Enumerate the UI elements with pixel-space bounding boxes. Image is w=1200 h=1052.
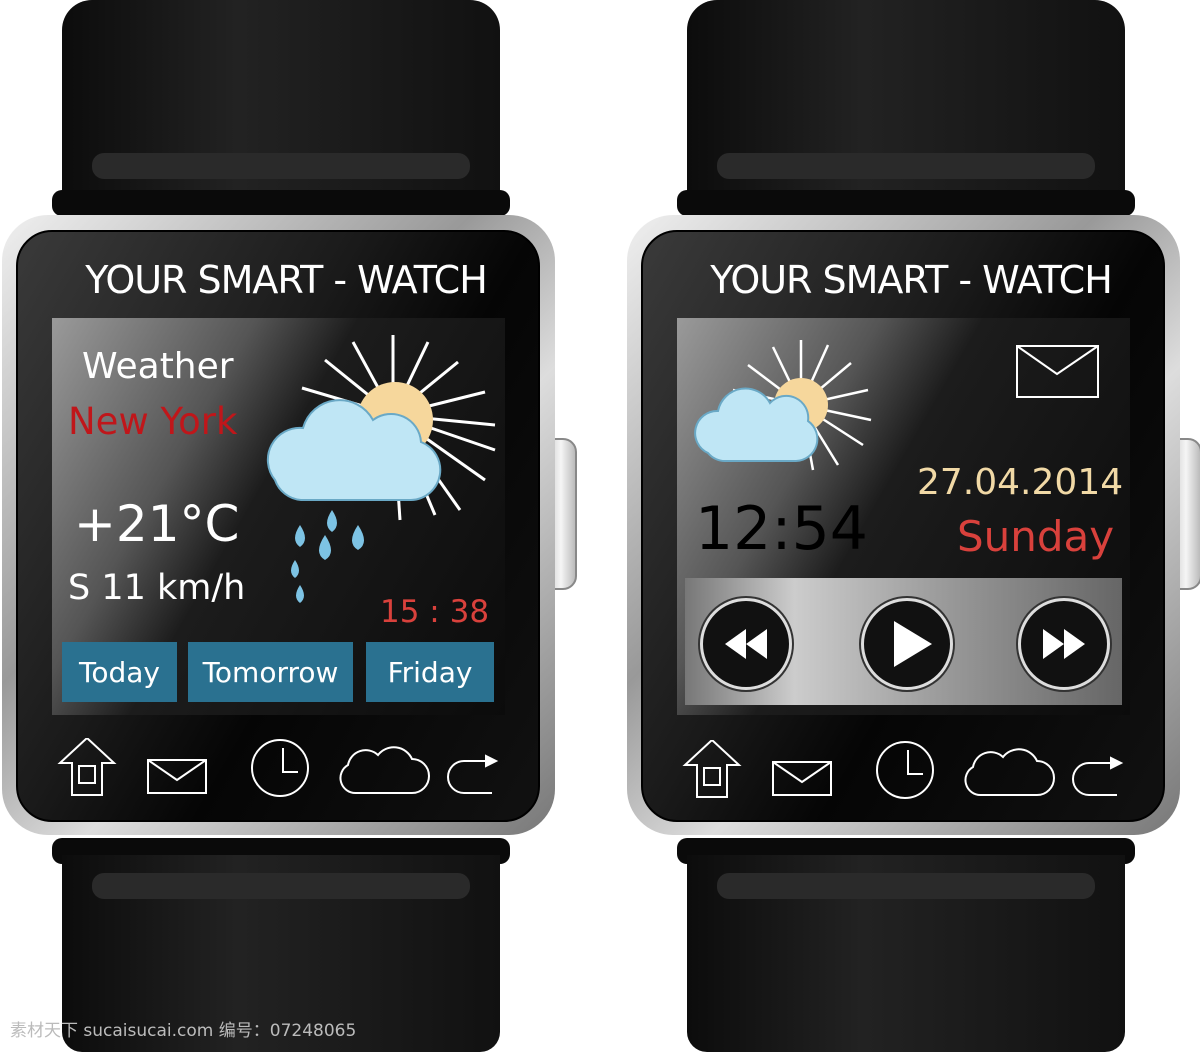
- tab-tomorrow[interactable]: Tomorrow: [188, 642, 353, 702]
- mail-icon[interactable]: [1015, 344, 1101, 400]
- tab-friday[interactable]: Friday: [366, 642, 494, 702]
- strap-top: [687, 0, 1125, 195]
- date: 27.04.2014: [917, 462, 1124, 503]
- clock-icon[interactable]: [251, 739, 309, 797]
- sun-cloud-icon: [694, 340, 872, 471]
- fast-forward-icon: [1043, 629, 1085, 659]
- clock-time: 12:54: [695, 494, 868, 564]
- cloud-icon[interactable]: [339, 746, 430, 795]
- strap-bottom: [687, 855, 1125, 1052]
- mail-icon[interactable]: [772, 761, 832, 796]
- fast-forward-button[interactable]: [1018, 598, 1110, 690]
- clock-icon[interactable]: [876, 741, 934, 799]
- smartwatch-weather: YOUR SMART - WATCH Weather New York +21°…: [0, 0, 580, 1052]
- brand-title: YOUR SMART - WATCH: [710, 258, 1113, 302]
- rewind-button[interactable]: [700, 598, 792, 690]
- brand-title: YOUR SMART - WATCH: [85, 258, 488, 302]
- play-button[interactable]: [861, 598, 953, 690]
- bottom-nav: [682, 740, 1124, 799]
- home-icon[interactable]: [682, 740, 742, 798]
- home-icon[interactable]: [57, 738, 117, 796]
- strap-connector: [677, 190, 1135, 216]
- temperature: +21°C: [74, 495, 240, 553]
- smartwatch-home: YOUR SMART - WATCH 12:54 27.04.2014 Sund…: [625, 0, 1200, 1052]
- strap-top: [62, 0, 500, 195]
- bottom-nav: [57, 738, 499, 797]
- weather-title: Weather: [82, 346, 234, 387]
- forward-icon[interactable]: [1072, 756, 1124, 796]
- sun-cloud-rain-icon: [266, 335, 496, 603]
- city-name: New York: [68, 400, 238, 443]
- forward-icon[interactable]: [447, 754, 499, 794]
- wind-speed: S 11 km/h: [68, 568, 246, 608]
- media-controls: [685, 578, 1122, 705]
- tab-today[interactable]: Today: [62, 642, 177, 702]
- mail-icon[interactable]: [147, 759, 207, 794]
- play-icon: [894, 621, 932, 667]
- watermark: 素材天下 sucaisucai.com 编号：07248065: [10, 1021, 357, 1041]
- weekday: Sunday: [957, 512, 1115, 561]
- strap-connector: [52, 190, 510, 216]
- cloud-icon[interactable]: [964, 748, 1055, 797]
- rewind-icon: [725, 629, 767, 659]
